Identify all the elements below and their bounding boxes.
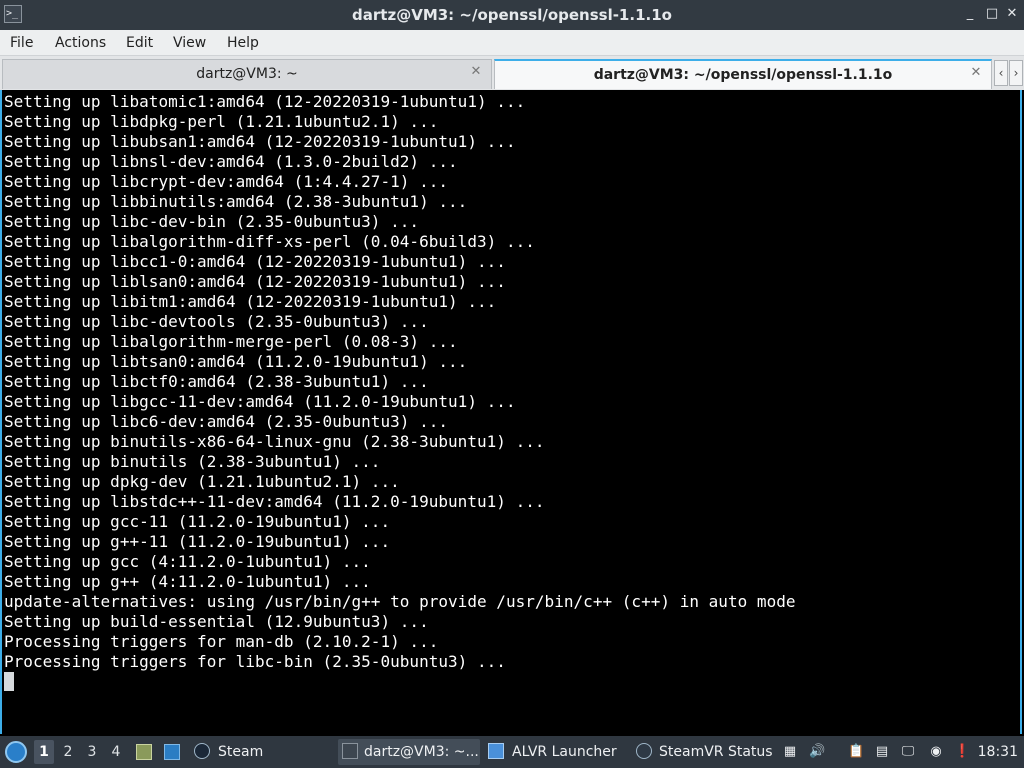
terminal-line: Setting up libalgorithm-diff-xs-perl (0.… xyxy=(4,232,535,251)
terminal-line: Setting up libc-devtools (2.35-0ubuntu3)… xyxy=(4,312,429,331)
task-steam[interactable]: Steam xyxy=(192,739,322,765)
terminal-line: Setting up libcc1-0:amd64 (12-20220319-1… xyxy=(4,252,506,271)
clock[interactable]: 18:31 xyxy=(978,736,1018,768)
terminal-line: Setting up libstdc++-11-dev:amd64 (11.2.… xyxy=(4,492,545,511)
task-terminal[interactable]: dartz@VM3: ~... xyxy=(338,739,480,765)
task-label: Steam xyxy=(218,744,264,760)
workspace-4[interactable]: 4 xyxy=(106,740,126,764)
terminal-line: Setting up g++-11 (11.2.0-19ubuntu1) ... xyxy=(4,532,391,551)
keyboard-layout-icon[interactable]: ▦ xyxy=(782,744,798,760)
tab-openssl[interactable]: dartz@VM3: ~/openssl/openssl-1.1.1o ✕ xyxy=(494,59,992,89)
menu-file[interactable]: File xyxy=(10,30,33,56)
tab-scroll-right-icon[interactable]: › xyxy=(1009,60,1023,86)
menu-edit[interactable]: Edit xyxy=(126,30,153,56)
menu-actions[interactable]: Actions xyxy=(55,30,106,56)
terminal-line: Setting up libubsan1:amd64 (12-20220319-… xyxy=(4,132,516,151)
terminal-line: Processing triggers for man-db (2.10.2-1… xyxy=(4,632,439,651)
terminal-line: Setting up libtsan0:amd64 (11.2.0-19ubun… xyxy=(4,352,468,371)
volume-icon[interactable]: 🔊 xyxy=(809,744,825,760)
menu-help[interactable]: Help xyxy=(227,30,259,56)
notification-icon[interactable]: 🖵 xyxy=(900,744,916,760)
window-title: dartz@VM3: ~/openssl/openssl-1.1.1o xyxy=(352,6,672,24)
window-titlebar[interactable]: >_ dartz@VM3: ~/openssl/openssl-1.1.1o _… xyxy=(0,0,1024,30)
file-manager-icon[interactable] xyxy=(136,744,152,760)
terminal-line: Setting up libgcc-11-dev:amd64 (11.2.0-1… xyxy=(4,392,516,411)
terminal-line: Setting up libatomic1:amd64 (12-20220319… xyxy=(4,92,526,111)
terminal-cursor xyxy=(4,672,14,691)
terminal-line: Processing triggers for libc-bin (2.35-0… xyxy=(4,652,506,671)
tab-home[interactable]: dartz@VM3: ~ ✕ xyxy=(2,59,492,89)
terminal-line: Setting up binutils-x86-64-linux-gnu (2.… xyxy=(4,432,545,451)
steam-tray-icon[interactable]: ◉ xyxy=(928,744,944,760)
terminal-line: Setting up dpkg-dev (1.21.1ubuntu2.1) ..… xyxy=(4,472,400,491)
terminal-line: Setting up gcc-11 (11.2.0-19ubuntu1) ... xyxy=(4,512,391,531)
terminal-line: Setting up binutils (2.38-3ubuntu1) ... xyxy=(4,452,381,471)
terminal-line: Setting up libbinutils:amd64 (2.38-3ubun… xyxy=(4,192,468,211)
task-label: SteamVR Status xyxy=(659,744,773,760)
workspace-2[interactable]: 2 xyxy=(58,740,78,764)
terminal-output: Setting up libatomic1:amd64 (12-20220319… xyxy=(4,92,796,672)
close-icon[interactable]: ✕ xyxy=(1004,6,1020,22)
terminal-line: Setting up libctf0:amd64 (2.38-3ubuntu1)… xyxy=(4,372,429,391)
start-menu-icon[interactable] xyxy=(5,741,27,763)
workspace-3[interactable]: 3 xyxy=(82,740,102,764)
tab-label: dartz@VM3: ~ xyxy=(196,66,298,82)
terminal-line: update-alternatives: using /usr/bin/g++ … xyxy=(4,592,796,611)
menu-bar: File Actions Edit View Help xyxy=(0,30,1024,56)
tab-close-icon[interactable]: ✕ xyxy=(969,66,983,80)
steamvr-icon xyxy=(636,743,652,759)
terminal-line: Setting up libcrypt-dev:amd64 (1:4.4.27-… xyxy=(4,172,449,191)
terminal-line: Setting up libitm1:amd64 (12-20220319-1u… xyxy=(4,292,497,311)
terminal-line: Setting up g++ (4:11.2.0-1ubuntu1) ... xyxy=(4,572,371,591)
clipboard-icon[interactable]: 📋 xyxy=(848,744,864,760)
steam-icon xyxy=(194,743,210,759)
network-icon[interactable]: ▤ xyxy=(874,744,890,760)
tab-scroll-left-icon[interactable]: ‹ xyxy=(994,60,1008,86)
terminal-view[interactable]: Setting up libatomic1:amd64 (12-20220319… xyxy=(0,90,1022,734)
terminal-line: Setting up libnsl-dev:amd64 (1.3.0-2buil… xyxy=(4,152,458,171)
terminal-line: Setting up gcc (4:11.2.0-1ubuntu1) ... xyxy=(4,552,371,571)
terminal-line: Setting up libc-dev-bin (2.35-0ubuntu3) … xyxy=(4,212,420,231)
tab-bar: dartz@VM3: ~ ✕ dartz@VM3: ~/openssl/open… xyxy=(0,56,1024,90)
tab-label: dartz@VM3: ~/openssl/openssl-1.1.1o xyxy=(593,67,893,83)
minimize-icon[interactable]: _ xyxy=(962,6,978,22)
terminal-line: Setting up libalgorithm-merge-perl (0.08… xyxy=(4,332,458,351)
terminal-icon xyxy=(342,743,358,759)
task-alvr-launcher[interactable]: ALVR Launcher xyxy=(486,739,626,765)
show-desktop-icon[interactable] xyxy=(164,744,180,760)
terminal-line: Setting up build-essential (12.9ubuntu3)… xyxy=(4,612,429,631)
task-steamvr-status[interactable]: SteamVR Status xyxy=(634,739,774,765)
workspace-1[interactable]: 1 xyxy=(34,740,54,764)
window-icon xyxy=(488,743,504,759)
tab-close-icon[interactable]: ✕ xyxy=(469,65,483,79)
terminal-line: Setting up libc6-dev:amd64 (2.35-0ubuntu… xyxy=(4,412,449,431)
alert-icon[interactable]: ❗ xyxy=(954,744,970,760)
terminal-line: Setting up liblsan0:amd64 (12-20220319-1… xyxy=(4,272,506,291)
task-label: dartz@VM3: ~... xyxy=(364,744,479,760)
maximize-icon[interactable]: □ xyxy=(984,6,1000,22)
terminal-line: Setting up libdpkg-perl (1.21.1ubuntu2.1… xyxy=(4,112,439,131)
task-label: ALVR Launcher xyxy=(512,744,617,760)
taskbar: 1 2 3 4 Steam dartz@VM3: ~... ALVR Launc… xyxy=(0,736,1024,768)
menu-view[interactable]: View xyxy=(173,30,206,56)
